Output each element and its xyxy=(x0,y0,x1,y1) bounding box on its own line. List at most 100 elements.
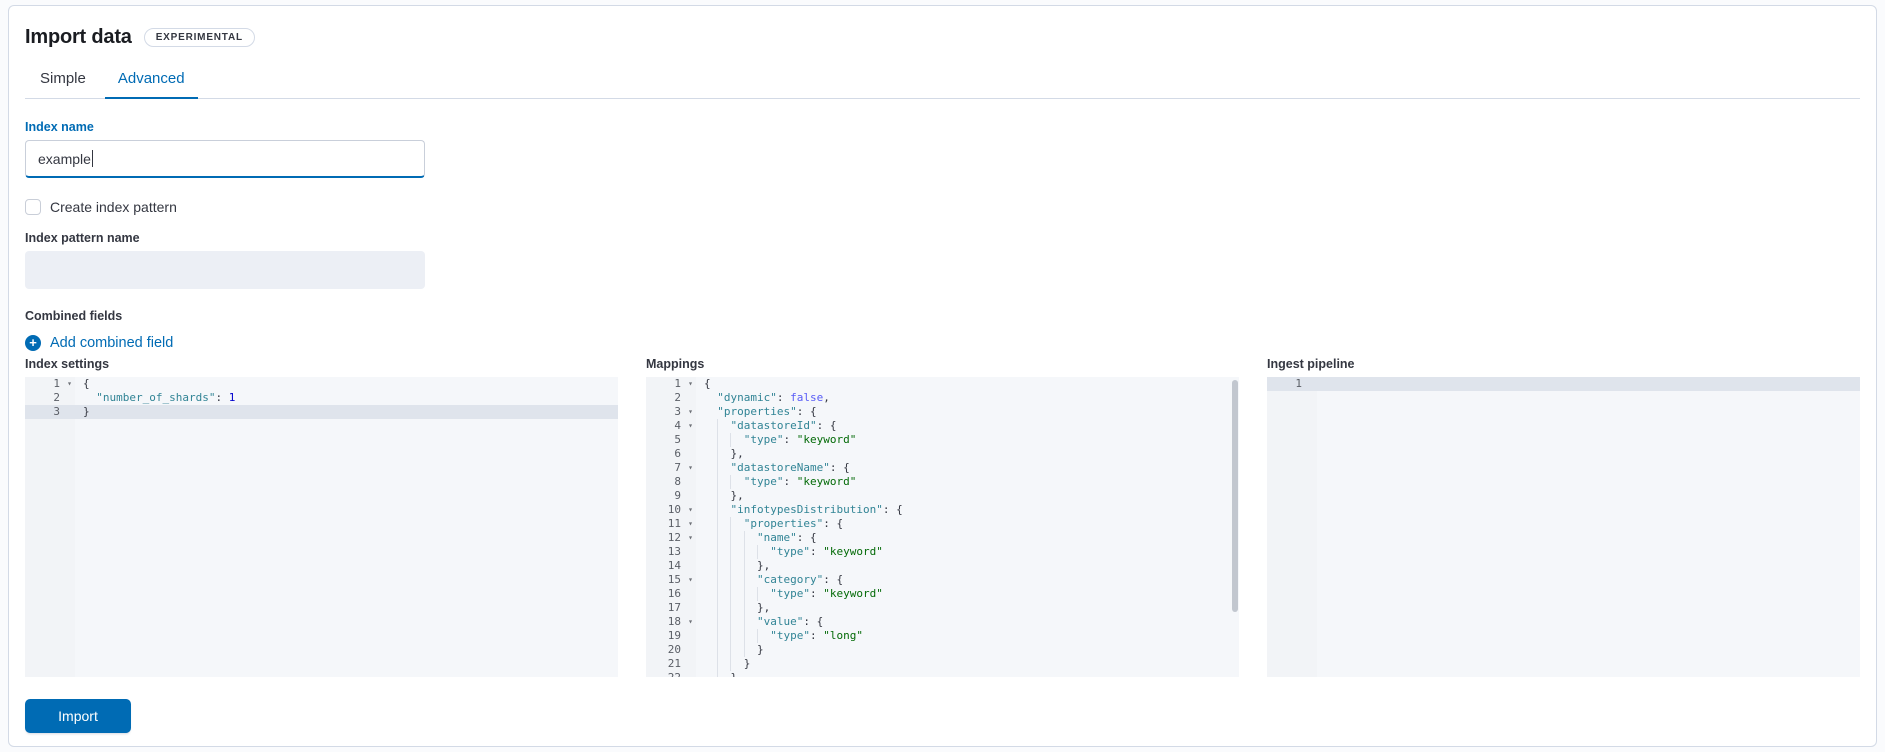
page-title: Import data xyxy=(25,26,132,48)
code-text: } xyxy=(696,671,737,677)
code-line[interactable]: 5 "type": "keyword" xyxy=(646,433,1239,447)
code-line[interactable]: 2 "dynamic": false, xyxy=(646,391,1239,405)
index-name-row: Index name example xyxy=(25,120,1860,178)
code-text: } xyxy=(83,405,90,418)
code-line[interactable]: 17 }, xyxy=(646,601,1239,615)
editor-vertical-scrollbar[interactable] xyxy=(1232,380,1238,612)
tab-simple[interactable]: Simple xyxy=(27,61,99,99)
combined-fields-label: Combined fields xyxy=(25,309,123,323)
code-line[interactable]: 22 } xyxy=(646,671,1239,677)
code-line[interactable]: 1 ▾ { xyxy=(25,377,618,391)
fold-arrow-icon[interactable]: ▾ xyxy=(67,377,72,391)
code-text: "type": "long" xyxy=(696,629,863,643)
import-data-panel: Import data EXPERIMENTAL Simple Advanced… xyxy=(8,5,1877,747)
line-number: 5 xyxy=(674,433,681,446)
code-line[interactable]: 13 "type": "keyword" xyxy=(646,545,1239,559)
import-button[interactable]: Import xyxy=(25,699,131,733)
tabs-bar: Simple Advanced xyxy=(25,61,1860,99)
index-pattern-name-row: Index pattern name xyxy=(25,231,1860,289)
line-number: 17 xyxy=(667,601,681,614)
code-line[interactable]: 21 } xyxy=(646,657,1239,671)
code-text: "datastoreName": { xyxy=(696,461,850,475)
line-number: 14 xyxy=(667,559,681,572)
add-combined-field-row: + Add combined field xyxy=(25,335,1860,351)
create-index-pattern-checkbox[interactable] xyxy=(25,199,41,215)
code-line[interactable]: 3} xyxy=(25,405,618,419)
index-settings-editor[interactable]: 1 ▾{2 "number_of_shards": 1 3} xyxy=(25,377,618,677)
code-line[interactable]: 12 ▾ "name": { xyxy=(646,531,1239,545)
code-line[interactable]: 1 ▾ { xyxy=(646,377,1239,391)
tab-advanced[interactable]: Advanced xyxy=(104,61,198,99)
line-number: 3 xyxy=(53,405,60,418)
line-number: 11 ▾ xyxy=(667,517,693,531)
fold-arrow-icon[interactable]: ▾ xyxy=(688,461,693,475)
code-text: }, xyxy=(704,489,744,503)
code-line[interactable]: 8 "type": "keyword" xyxy=(646,475,1239,489)
line-number: 22 xyxy=(646,671,696,677)
code-text: "type": "keyword" xyxy=(696,545,883,559)
code-line[interactable]: 9 }, xyxy=(646,489,1239,503)
line-number: 2 xyxy=(53,391,60,404)
code-line[interactable]: 1 xyxy=(1267,377,1860,391)
line-number: 7 ▾ xyxy=(674,461,693,475)
code-line[interactable]: 15 ▾ "category": { xyxy=(646,573,1239,587)
code-text: "number_of_shards": 1 xyxy=(96,391,236,404)
line-number: 1 ▾ xyxy=(674,377,693,391)
ingest-pipeline-column: Ingest pipeline 1 xyxy=(1267,357,1860,677)
fold-arrow-icon[interactable]: ▾ xyxy=(688,573,693,587)
line-number: 8 xyxy=(674,475,681,488)
fold-arrow-icon[interactable]: ▾ xyxy=(688,405,693,419)
code-line[interactable]: 20 } xyxy=(646,643,1239,657)
fold-arrow-icon[interactable]: ▾ xyxy=(688,419,693,433)
code-text: "properties": { xyxy=(696,517,843,531)
fold-arrow-icon[interactable]: ▾ xyxy=(688,503,693,517)
line-number: 13 xyxy=(667,545,681,558)
line-number: 1 xyxy=(1295,377,1302,390)
fold-arrow-icon[interactable]: ▾ xyxy=(688,517,693,531)
code-text: "name": { xyxy=(696,531,817,545)
combined-fields-section: Combined fields + Add combined field xyxy=(25,309,1860,351)
ingest-pipeline-label: Ingest pipeline xyxy=(1267,357,1355,371)
code-line[interactable]: 19 "type": "long" xyxy=(646,629,1239,643)
code-line[interactable]: 7 ▾ "datastoreName": { xyxy=(646,461,1239,475)
code-text: { xyxy=(704,377,711,390)
line-number: 16 xyxy=(667,587,681,600)
fold-arrow-icon[interactable]: ▾ xyxy=(688,615,693,629)
index-name-value: example xyxy=(38,150,91,167)
index-name-input[interactable]: example xyxy=(25,140,425,178)
line-number: 19 xyxy=(667,629,681,642)
code-text: "dynamic": false, xyxy=(717,391,830,404)
code-line[interactable]: 11 ▾ "properties": { xyxy=(646,517,1239,531)
line-number: 9 xyxy=(674,489,681,502)
mappings-editor[interactable]: 1 ▾ {2 "dynamic": false, 3 ▾ "properties": {… xyxy=(646,377,1239,677)
code-line[interactable]: 14 }, xyxy=(646,559,1239,573)
line-number: 1 ▾ xyxy=(53,377,72,391)
line-number: 12 ▾ xyxy=(667,531,693,545)
fold-arrow-icon[interactable]: ▾ xyxy=(688,531,693,545)
code-text: "properties": { xyxy=(717,405,817,418)
page-header: Import data EXPERIMENTAL xyxy=(25,26,1860,49)
editor-gutter xyxy=(25,377,75,677)
code-text: "datastoreId": { xyxy=(696,419,836,433)
line-number: 18 ▾ xyxy=(667,615,693,629)
create-index-pattern-row: Create index pattern xyxy=(25,199,1860,215)
index-pattern-name-input[interactable] xyxy=(25,251,425,289)
index-settings-column: Index settings 1 ▾ {2 "number_of_shards": … xyxy=(25,357,618,677)
fold-arrow-icon[interactable]: ▾ xyxy=(688,377,693,391)
code-line[interactable]: 18 ▾ "value": { xyxy=(646,615,1239,629)
code-line[interactable]: 4 ▾ "datastoreId": { xyxy=(646,419,1239,433)
code-line[interactable]: 16 "type": "keyword" xyxy=(646,587,1239,601)
index-name-label: Index name xyxy=(25,120,94,134)
line-number: 21 xyxy=(667,657,681,670)
ingest-pipeline-editor[interactable]: 1 xyxy=(1267,377,1860,677)
code-line[interactable]: 2 "number_of_shards": 1 xyxy=(25,391,618,405)
editor-gutter xyxy=(1267,377,1317,677)
code-line[interactable]: 10 ▾ "infotypesDistribution": { xyxy=(646,503,1239,517)
code-text: }, xyxy=(704,447,744,461)
line-number: 4 ▾ xyxy=(674,419,693,433)
code-line[interactable]: 6 }, xyxy=(646,447,1239,461)
line-number: 6 xyxy=(674,447,681,460)
add-combined-field-link[interactable]: Add combined field xyxy=(50,335,173,351)
code-line[interactable]: 3 ▾ "properties": { xyxy=(646,405,1239,419)
code-text: "type": "keyword" xyxy=(696,587,883,601)
